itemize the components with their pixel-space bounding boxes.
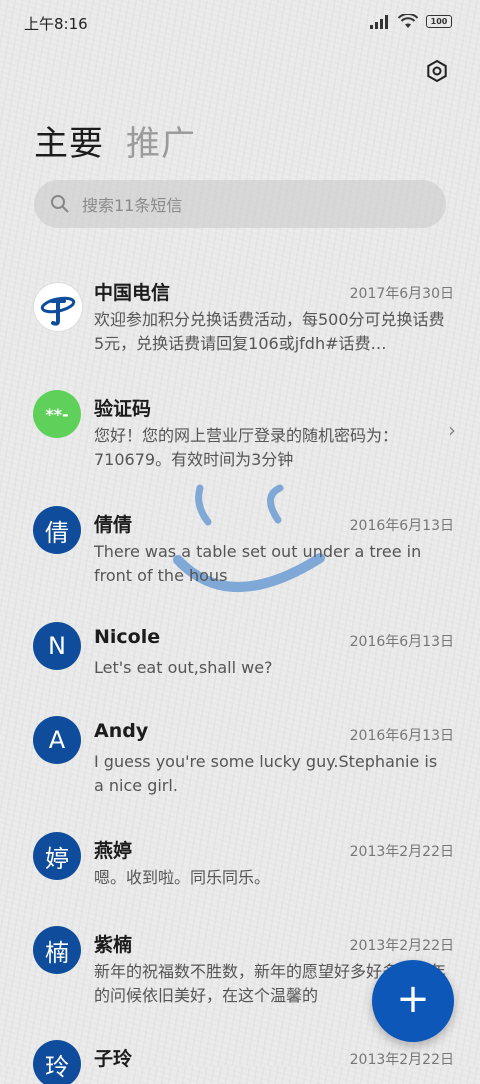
message-date: 2016年6月13日 [349, 518, 454, 534]
contact-name: 燕婷 [94, 840, 133, 862]
avatar: A [33, 716, 81, 764]
tab-promotions[interactable]: 推广 [126, 116, 196, 165]
tab-bar: 主要 推广 [34, 116, 196, 165]
avatar: **- [33, 390, 81, 438]
wifi-icon [398, 14, 418, 28]
settings-icon [427, 59, 447, 83]
list-item[interactable]: 倩 倩倩 2016年6月13日 There was a table set ou… [0, 488, 480, 598]
message-preview: 您好！您的网上营业厅登录的随机密码为：710679。有效时间为3分钟 [94, 426, 399, 469]
message-date: 2016年6月13日 [349, 728, 454, 744]
contact-name: 子玲 [94, 1048, 133, 1070]
avatar [33, 282, 83, 332]
china-telecom-logo-icon [40, 296, 76, 326]
avatar: N [33, 622, 81, 670]
contact-name: Andy [94, 720, 149, 742]
search-icon [51, 195, 69, 213]
tab-main[interactable]: 主要 [34, 116, 104, 165]
status-bar: 上午8:16 100 [0, 0, 480, 44]
message-date: 2013年2月22日 [349, 1052, 454, 1068]
new-message-button[interactable]: + [372, 960, 454, 1042]
message-preview: 嗯。收到啦。同乐同乐。 [94, 868, 271, 887]
signal-icon [370, 14, 388, 29]
status-time: 上午8:16 [24, 15, 88, 33]
list-item[interactable]: **- 验证码 您好！您的网上营业厅登录的随机密码为：710679。有效时间为3… [0, 372, 480, 482]
settings-button[interactable] [422, 56, 452, 86]
status-icons: 100 [370, 14, 452, 29]
message-preview: Let's eat out,shall we? [94, 658, 273, 677]
message-preview: 欢迎参加积分兑换话费活动，每500分可兑换话费5元，兑换话费请回复106或jfd… [94, 310, 445, 353]
avatar: 婷 [33, 832, 81, 880]
list-item[interactable]: A Andy 2016年6月13日 I guess you're some lu… [0, 698, 480, 808]
avatar: 倩 [33, 506, 81, 554]
list-item[interactable]: 婷 燕婷 2013年2月22日 嗯。收到啦。同乐同乐。 [0, 814, 480, 902]
list-item[interactable]: 中国电信 2017年6月30日 欢迎参加积分兑换话费活动，每500分可兑换话费5… [0, 256, 480, 366]
list-item[interactable]: N Nicole 2016年6月13日 Let's eat out,shall … [0, 604, 480, 690]
message-date: 2017年6月30日 [349, 286, 454, 302]
avatar: 楠 [33, 926, 81, 974]
message-date: 2016年6月13日 [349, 634, 454, 650]
message-preview: I guess you're some lucky guy.Stephanie … [94, 752, 438, 795]
search-placeholder: 搜索11条短信 [82, 196, 183, 215]
battery-level: 100 [430, 17, 448, 26]
search-bar[interactable]: 搜索11条短信 [34, 180, 446, 228]
message-preview: There was a table set out under a tree i… [94, 542, 422, 585]
plus-icon: + [396, 976, 430, 1022]
battery-icon: 100 [426, 15, 452, 28]
contact-name: 紫楠 [94, 934, 133, 956]
avatar: 玲 [33, 1040, 81, 1084]
message-date: 2013年2月22日 [349, 844, 454, 860]
message-date: 2013年2月22日 [349, 938, 454, 954]
contact-name: 中国电信 [94, 282, 171, 304]
contact-name: 验证码 [94, 398, 152, 420]
contact-name: 倩倩 [94, 514, 133, 536]
contact-name: Nicole [94, 626, 161, 648]
chevron-right-icon[interactable]: › [448, 418, 456, 442]
